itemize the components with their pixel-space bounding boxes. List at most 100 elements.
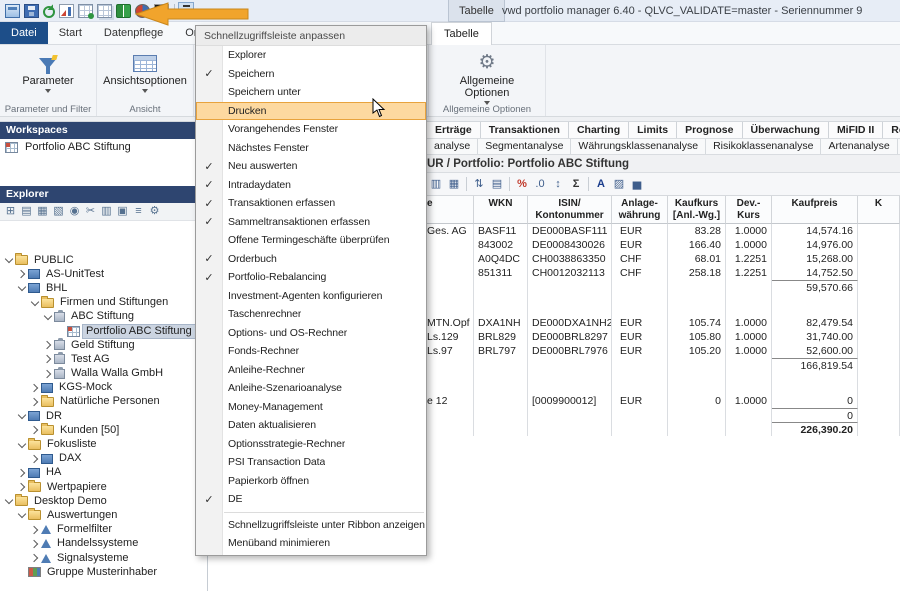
menu-item-taschenrechner[interactable]: Taschenrechner bbox=[196, 305, 426, 324]
expander-open-icon[interactable] bbox=[17, 440, 27, 450]
percent-icon[interactable]: % bbox=[514, 176, 530, 192]
menu-item-options-und-os-rechner[interactable]: Options- und OS-Rechner bbox=[196, 324, 426, 343]
tab-ertr-ge[interactable]: Erträge bbox=[427, 122, 481, 138]
paste-icon[interactable]: ▣ bbox=[115, 204, 130, 219]
tree-item-geld-stiftung[interactable]: Geld Stiftung bbox=[0, 338, 207, 352]
column-header-k[interactable]: K bbox=[858, 196, 900, 224]
tab-prognose[interactable]: Prognose bbox=[677, 122, 742, 138]
ribbon-tab-start[interactable]: Start bbox=[48, 22, 93, 44]
tree-item-fokusliste[interactable]: Fokusliste bbox=[0, 437, 207, 451]
expander-closed-icon[interactable] bbox=[30, 539, 40, 549]
tree-item-desktop-demo[interactable]: Desktop Demo bbox=[0, 494, 207, 508]
expander-open-icon[interactable] bbox=[43, 312, 53, 322]
ansichtsoptionen-button[interactable]: Ansichtsoptionen bbox=[97, 49, 193, 93]
tree-item-dax[interactable]: DAX bbox=[0, 452, 207, 466]
tree-item-dr[interactable]: DR bbox=[0, 409, 207, 423]
tree-item-handelssysteme[interactable]: Handelssysteme bbox=[0, 537, 207, 551]
parameter-button[interactable]: Parameter bbox=[0, 49, 96, 93]
tree-item-formelfilter[interactable]: Formelfilter bbox=[0, 523, 207, 537]
expander-closed-icon[interactable] bbox=[30, 397, 40, 407]
tree-item-nat-rliche-personen[interactable]: Natürliche Personen bbox=[0, 395, 207, 409]
updown-icon[interactable]: ↕ bbox=[550, 176, 566, 192]
tab-risikoklassenanalyse[interactable]: Risikoklassenanalyse bbox=[706, 139, 821, 154]
explorer-icon[interactable] bbox=[5, 4, 20, 18]
expander-closed-icon[interactable] bbox=[30, 383, 40, 393]
expander-open-icon[interactable] bbox=[17, 411, 27, 421]
menu-item-speichern-unter[interactable]: Speichern unter bbox=[196, 83, 426, 102]
menu-item-de[interactable]: ✓DE bbox=[196, 490, 426, 509]
tab-reporting[interactable]: Reporting bbox=[883, 122, 900, 138]
settings-icon[interactable]: ⚙ bbox=[147, 204, 162, 219]
tab-transaktionen[interactable]: Transaktionen bbox=[481, 122, 569, 138]
menu-item-portfolio-rebalancing[interactable]: ✓Portfolio-Rebalancing bbox=[196, 268, 426, 287]
sort-icon[interactable]: ⇅ bbox=[471, 176, 487, 192]
copy-icon[interactable]: ▥ bbox=[99, 204, 114, 219]
expander-closed-icon[interactable] bbox=[43, 354, 53, 364]
tab-berwachung[interactable]: Überwachung bbox=[743, 122, 829, 138]
expander-closed-icon[interactable] bbox=[17, 482, 27, 492]
tree-item-walla-walla-gmbh[interactable]: Walla Walla GmbH bbox=[0, 367, 207, 381]
tree-item-test-ag[interactable]: Test AG bbox=[0, 352, 207, 366]
tab-artenanalyse[interactable]: Artenanalyse bbox=[821, 139, 897, 154]
columns-icon[interactable]: ▥ bbox=[428, 176, 444, 192]
column-header-dev[interactable]: Dev.-Kurs bbox=[726, 196, 772, 224]
menu-item-optionsstrategie-rechner[interactable]: Optionsstrategie-Rechner bbox=[196, 435, 426, 454]
expander-closed-icon[interactable] bbox=[17, 468, 27, 478]
intradaydaten-icon[interactable] bbox=[59, 4, 74, 18]
font-icon[interactable]: A bbox=[593, 176, 609, 192]
tree-view-icon[interactable]: ⊞ bbox=[3, 204, 18, 219]
tab-segmentanalyse[interactable]: Segmentanalyse bbox=[478, 139, 571, 154]
menu-item-anleihe-szenarioanalyse[interactable]: Anleihe-Szenarioanalyse bbox=[196, 379, 426, 398]
tree-item-gruppe-musterinhaber[interactable]: Gruppe Musterinhaber bbox=[0, 565, 207, 579]
search-icon[interactable]: ◉ bbox=[67, 204, 82, 219]
save-icon[interactable] bbox=[24, 4, 39, 18]
decimal-icon[interactable]: .0 bbox=[532, 176, 548, 192]
expander-closed-icon[interactable] bbox=[43, 340, 53, 350]
expander-open-icon[interactable] bbox=[17, 283, 27, 293]
tree-item-abc-stiftung[interactable]: ABC Stiftung bbox=[0, 310, 207, 324]
menu-item-papierkorb-ffnen[interactable]: Papierkorb öffnen bbox=[196, 472, 426, 491]
menu-item-explorer[interactable]: Explorer bbox=[196, 46, 426, 65]
list-view-icon[interactable]: ▤ bbox=[19, 204, 34, 219]
new-item-icon[interactable]: ▧ bbox=[51, 204, 66, 219]
menu-item-orderbuch[interactable]: ✓Orderbuch bbox=[196, 250, 426, 269]
expander-closed-icon[interactable] bbox=[17, 269, 27, 279]
column-header-anlage[interactable]: Anlage-währung bbox=[612, 196, 668, 224]
column-header-isin[interactable]: ISIN/Kontonummer bbox=[528, 196, 612, 224]
cut-icon[interactable]: ✂ bbox=[83, 204, 98, 219]
expander-open-icon[interactable] bbox=[30, 298, 40, 308]
expander-closed-icon[interactable] bbox=[43, 369, 53, 379]
menu-item-anleihe-rechner[interactable]: Anleihe-Rechner bbox=[196, 361, 426, 380]
tab-limits[interactable]: Limits bbox=[629, 122, 677, 138]
tree-item-firmen-und-stiftungen[interactable]: Firmen und Stiftungen bbox=[0, 296, 207, 310]
transaktionen-erfassen-icon[interactable] bbox=[78, 4, 93, 18]
menu-item-n-chstes-fenster[interactable]: Nächstes Fenster bbox=[196, 139, 426, 158]
menu-item-speichern[interactable]: ✓Speichern bbox=[196, 65, 426, 84]
tree-item-kgs-mock[interactable]: KGS-Mock bbox=[0, 381, 207, 395]
tree-item-ha[interactable]: HA bbox=[0, 466, 207, 480]
filter-icon[interactable]: ≡ bbox=[131, 204, 146, 219]
tree-item-kunden-50[interactable]: Kunden [50] bbox=[0, 423, 207, 437]
menu-item-fonds-rechner[interactable]: Fonds-Rechner bbox=[196, 342, 426, 361]
fill-icon[interactable]: ▨ bbox=[611, 176, 627, 192]
expander-closed-icon[interactable] bbox=[30, 454, 40, 464]
tree-item-signalsysteme[interactable]: Signalsysteme bbox=[0, 551, 207, 565]
details-view-icon[interactable]: ▦ bbox=[35, 204, 50, 219]
column-header-wkn[interactable]: WKN bbox=[474, 196, 528, 224]
orderbuch-icon[interactable] bbox=[116, 4, 131, 18]
menu-item-offene-termingesch-fte-berpr-fen[interactable]: Offene Termingeschäfte überprüfen bbox=[196, 231, 426, 250]
expander-open-icon[interactable] bbox=[4, 255, 14, 265]
menu-item-neu-auswerten[interactable]: ✓Neu auswerten bbox=[196, 157, 426, 176]
rows-icon[interactable]: ▤ bbox=[489, 176, 505, 192]
column-header-kaufkurs[interactable]: Kaufkurs[Anl.-Wg.] bbox=[668, 196, 726, 224]
ribbon-tab-datei[interactable]: Datei bbox=[0, 22, 48, 44]
menu-item-psi-transaction-data[interactable]: PSI Transaction Data bbox=[196, 453, 426, 472]
menu-item-schnellzugriffsleiste-unter-ribbon-anzeigen[interactable]: Schnellzugriffsleiste unter Ribbon anzei… bbox=[196, 516, 426, 535]
expander-open-icon[interactable] bbox=[4, 496, 14, 506]
expander-open-icon[interactable] bbox=[17, 510, 27, 520]
tab-charting[interactable]: Charting bbox=[569, 122, 629, 138]
menu-item-drucken[interactable]: Drucken bbox=[196, 102, 426, 121]
menu-item-men-band-minimieren[interactable]: Menüband minimieren bbox=[196, 534, 426, 553]
expander-closed-icon[interactable] bbox=[30, 525, 40, 535]
menu-item-investment-agenten-konfigurieren[interactable]: Investment-Agenten konfigurieren bbox=[196, 287, 426, 306]
